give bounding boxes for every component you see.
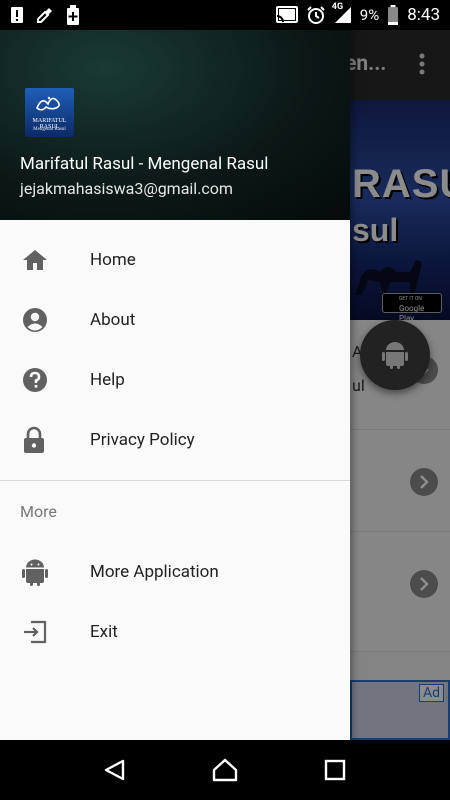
system-nav-bar — [0, 740, 450, 800]
android-icon — [0, 558, 90, 586]
menu-item-label: More Application — [90, 562, 219, 582]
back-button[interactable] — [95, 750, 135, 790]
lock-icon — [0, 426, 90, 454]
menu-item-label: Help — [90, 370, 125, 390]
menu-item-privacy-policy[interactable]: Privacy Policy — [0, 410, 350, 470]
menu-item-label: Exit — [90, 622, 118, 642]
recents-button[interactable] — [315, 750, 355, 790]
battery-plus-icon — [66, 5, 80, 25]
battery-icon — [387, 5, 399, 25]
alert-icon — [10, 6, 24, 24]
status-right: 4G 9% 8:43 — [275, 2, 440, 25]
home-icon — [0, 248, 90, 272]
menu-divider — [0, 480, 350, 481]
status-left — [10, 5, 80, 25]
menu-item-label: Home — [90, 250, 136, 270]
logo-subtitle: Mengenal Rasul — [33, 127, 66, 132]
battery-percent: 9% — [359, 6, 380, 24]
eyedropper-icon — [36, 6, 54, 24]
header-app-name: Marifatul Rasul - Mengenal Rasul — [20, 154, 269, 174]
network-type: 4G — [331, 2, 344, 12]
menu-item-exit[interactable]: Exit — [0, 602, 350, 662]
account-circle-icon — [0, 307, 90, 333]
navigation-drawer: MARIFATUL RASUL Mengenal Rasul Marifatul… — [0, 30, 350, 740]
menu-item-help[interactable]: Help — [0, 350, 350, 410]
status-bar: 4G 9% 8:43 — [0, 0, 450, 30]
android-fab[interactable] — [360, 320, 430, 390]
drawer-menu-more: More Application Exit — [0, 542, 350, 662]
menu-item-more-application[interactable]: More Application — [0, 542, 350, 602]
exit-icon — [0, 620, 90, 644]
header-email: jejakmahasiswa3@gmail.com — [20, 179, 233, 198]
alarm-icon — [306, 5, 326, 25]
cast-icon — [275, 6, 298, 24]
menu-item-about[interactable]: About — [0, 290, 350, 350]
signal-icon: 4G — [332, 2, 352, 24]
app-logo: MARIFATUL RASUL Mengenal Rasul — [25, 88, 74, 137]
menu-item-label: About — [90, 310, 136, 330]
section-title-more: More — [20, 502, 57, 521]
home-button[interactable] — [205, 750, 245, 790]
menu-item-label: Privacy Policy — [90, 430, 195, 450]
help-icon — [0, 367, 90, 393]
clock: 8:43 — [407, 5, 440, 25]
menu-item-home[interactable]: Home — [0, 230, 350, 290]
drawer-header: MARIFATUL RASUL Mengenal Rasul Marifatul… — [0, 30, 350, 220]
drawer-menu: Home About Help Privacy Policy — [0, 230, 350, 470]
